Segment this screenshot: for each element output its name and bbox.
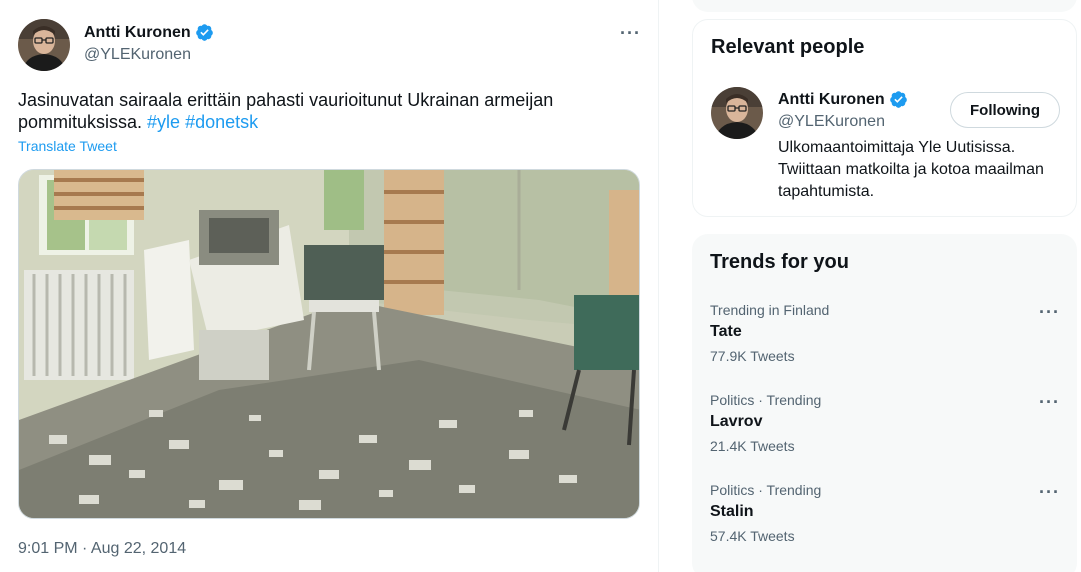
trend-more-options-icon[interactable]: ··· bbox=[1039, 303, 1060, 321]
trend-more-options-icon[interactable]: ··· bbox=[1039, 393, 1060, 411]
trends-title: Trends for you bbox=[710, 251, 849, 273]
relevant-people-title: Relevant people bbox=[711, 36, 865, 58]
author-avatar[interactable] bbox=[18, 19, 70, 71]
person-name-text: Antti Kuronen bbox=[778, 90, 885, 108]
hashtag-link[interactable]: #donetsk bbox=[185, 112, 258, 132]
person-bio: Ulkomaantoimittaja Yle Uutisissa. Twiitt… bbox=[778, 139, 1044, 200]
trend-more-options-icon[interactable]: ··· bbox=[1039, 483, 1060, 501]
person-name[interactable]: Antti Kuronen bbox=[778, 90, 908, 109]
following-button[interactable]: Following bbox=[950, 92, 1060, 128]
tweet-detail: Antti Kuronen @YLEKuronen ··· Jasinuvata… bbox=[0, 0, 659, 572]
translate-tweet-link[interactable]: Translate Tweet bbox=[18, 138, 117, 154]
trend-context: Politics · Trending bbox=[710, 482, 822, 498]
tweet-more-options-icon[interactable]: ··· bbox=[620, 24, 641, 42]
trend-count: 77.9K Tweets bbox=[710, 348, 795, 364]
author-handle[interactable]: @YLEKuronen bbox=[84, 46, 191, 64]
trend-name: Stalin bbox=[710, 503, 754, 520]
hashtag-link[interactable]: #yle bbox=[147, 112, 180, 132]
hospital-room-photo-icon bbox=[19, 170, 639, 518]
trend-context: Politics · Trending bbox=[710, 392, 822, 408]
verified-badge-icon bbox=[195, 23, 214, 42]
person-avatar[interactable] bbox=[711, 87, 763, 139]
author-name-text: Antti Kuronen bbox=[84, 23, 191, 41]
verified-badge-icon bbox=[889, 90, 908, 109]
trend-item[interactable]: Politics · Trending Lavrov 21.4K Tweets … bbox=[692, 392, 1077, 478]
trend-name: Lavrov bbox=[710, 413, 763, 430]
person-handle[interactable]: @YLEKuronen bbox=[778, 113, 885, 131]
tweet-body: Jasinuvatan sairaala erittäin pahasti va… bbox=[18, 90, 554, 132]
relevant-people-card: Relevant people Antti Kuronen @YLEKurone… bbox=[692, 19, 1077, 217]
tweet-photo[interactable] bbox=[18, 169, 640, 519]
tweet-text: Jasinuvatan sairaala erittäin pahasti va… bbox=[18, 89, 638, 133]
trend-item[interactable]: Politics · Trending Stalin 57.4K Tweets … bbox=[692, 482, 1077, 568]
trend-count: 57.4K Tweets bbox=[710, 528, 795, 544]
trend-item[interactable]: Trending in Finland Tate 77.9K Tweets ··… bbox=[692, 302, 1077, 388]
trend-count: 21.4K Tweets bbox=[710, 438, 795, 454]
tweet-timestamp[interactable]: 9:01 PM · Aug 22, 2014 bbox=[18, 540, 186, 558]
sidebar-top-card bbox=[692, 0, 1077, 12]
trend-context: Trending in Finland bbox=[710, 302, 830, 318]
author-name[interactable]: Antti Kuronen bbox=[84, 23, 214, 42]
trend-name: Tate bbox=[710, 323, 742, 340]
trends-card: Trends for you Trending in Finland Tate … bbox=[692, 234, 1077, 572]
